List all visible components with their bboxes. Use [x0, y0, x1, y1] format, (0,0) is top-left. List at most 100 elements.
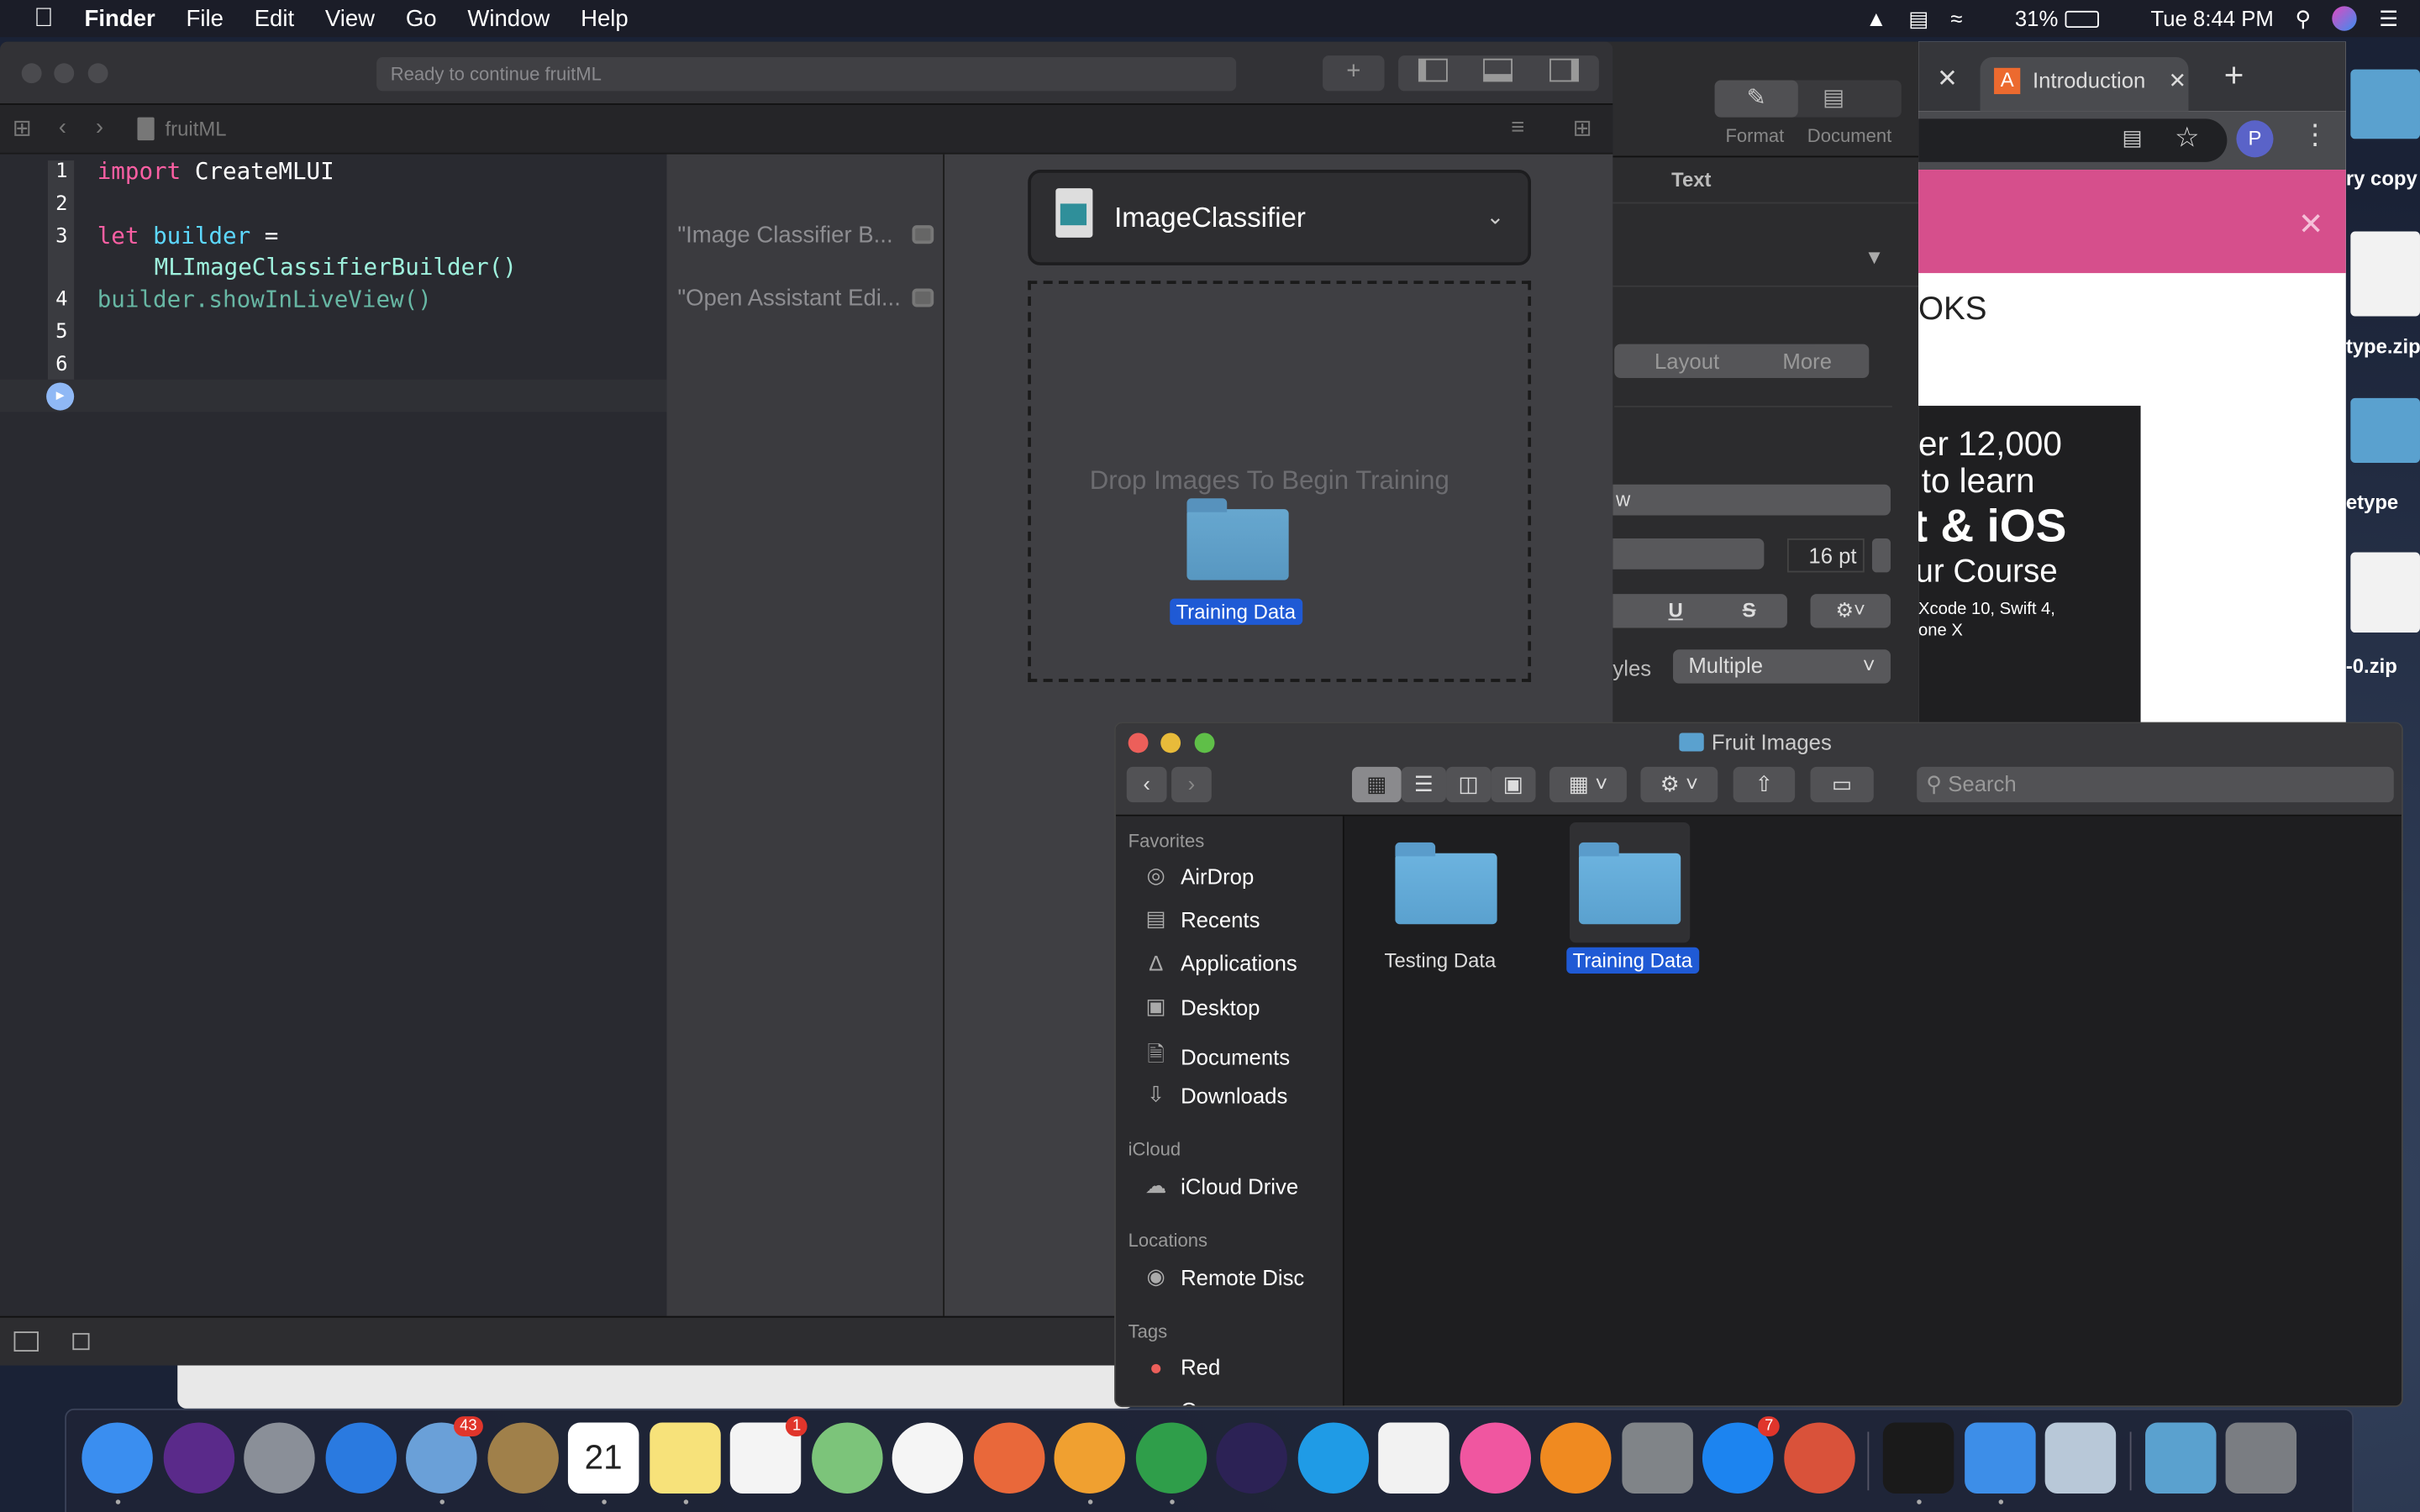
sidebar-item-icloud-drive[interactable]: ☁ iCloud Drive — [1140, 1173, 1298, 1199]
menu-help[interactable]: Help — [581, 5, 629, 31]
sidebar-tag-red[interactable]: ● Red — [1140, 1355, 1220, 1379]
zoom-button[interactable] — [87, 63, 108, 84]
notification-center-icon[interactable]: ☰ — [2379, 5, 2398, 31]
dock-terminal-icon[interactable] — [1882, 1422, 1954, 1494]
translate-icon[interactable]: ▤ — [2123, 125, 2143, 151]
spotlight-search-icon[interactable]: ⚲ — [2296, 5, 2312, 31]
sidebar-item-remote-disc[interactable]: ◉ Remote Disc — [1140, 1263, 1304, 1289]
minimize-button[interactable] — [1160, 732, 1181, 753]
new-tab-button[interactable]: + — [2224, 55, 2244, 96]
dock-beaver-app-icon[interactable] — [892, 1422, 964, 1494]
dock-ibooks-icon[interactable] — [1540, 1422, 1612, 1494]
desktop-file-icon[interactable] — [2350, 231, 2420, 317]
course-ad-image[interactable]: er 12,000 to learn t & iOS ur Course Xco… — [1918, 406, 2141, 726]
sidebar-item-downloads[interactable]: ⇩ Downloads — [1140, 1082, 1287, 1108]
dock-system-preferences-icon[interactable] — [1621, 1422, 1692, 1494]
add-editor-icon[interactable]: ⊞ — [1573, 114, 1592, 142]
styles-select[interactable]: Multiple ˅ — [1673, 649, 1891, 684]
menu-go[interactable]: Go — [406, 5, 437, 31]
zoom-button[interactable] — [1194, 732, 1215, 753]
menu-app-name[interactable]: Finder — [85, 5, 155, 31]
back-icon[interactable]: ‹ — [59, 114, 66, 140]
stop-icon[interactable] — [72, 1332, 90, 1351]
dock-safari-icon[interactable] — [324, 1422, 397, 1494]
dock-numbers-icon[interactable] — [1378, 1422, 1449, 1494]
memory-icon[interactable]: ▤ — [1908, 5, 1928, 31]
menu-window[interactable]: Window — [467, 5, 550, 31]
editor-options-icon[interactable]: ≡ — [1511, 114, 1524, 140]
forward-icon[interactable]: › — [96, 114, 103, 140]
sidebar-item-documents[interactable]: 🗎 Documents — [1140, 1038, 1290, 1075]
view-list-button[interactable]: ☰ — [1401, 766, 1447, 803]
close-banner-icon[interactable]: ✕ — [2298, 205, 2324, 244]
related-items-icon[interactable]: ⊞ — [13, 114, 32, 142]
tag-button[interactable]: ▭ — [1810, 766, 1874, 803]
sidebar-item-desktop[interactable]: ▣ Desktop — [1140, 994, 1260, 1020]
image-drop-zone[interactable]: Drop Images To Begin Training Training D… — [1028, 281, 1532, 682]
dock-xcode-icon[interactable] — [1964, 1422, 2035, 1494]
show-debug-area-icon[interactable] — [13, 1331, 39, 1352]
result-item[interactable]: "Open Assistant Edi... — [677, 286, 934, 312]
dock-pages-icon[interactable] — [1054, 1422, 1125, 1494]
close-button[interactable] — [1128, 732, 1149, 753]
airplay-icon[interactable]: ▲ — [1865, 6, 1886, 30]
document-tab-icon[interactable]: ▤ — [1823, 83, 1844, 111]
browser-tab[interactable]: A Introduction ✕ — [1980, 56, 2189, 112]
profile-avatar[interactable]: P — [2236, 120, 2274, 158]
sidebar-item-recents[interactable]: ▤ Recents — [1140, 906, 1260, 932]
dock-contacts-icon[interactable] — [487, 1422, 558, 1494]
bookmark-star-icon[interactable]: ☆ — [2175, 122, 2200, 155]
close-tab-icon[interactable]: ✕ — [2169, 68, 2187, 94]
file-item[interactable]: Testing Data — [1363, 835, 1525, 990]
dock-downloads-folder-icon[interactable] — [2144, 1422, 2216, 1494]
action-gear-button[interactable]: ⚙ ˅ — [1640, 766, 1718, 803]
dock-reminders-icon[interactable]: 1 — [729, 1416, 808, 1494]
sidebar-item-airdrop[interactable]: ◎ AirDrop — [1140, 863, 1254, 889]
dock-finder-icon[interactable] — [82, 1422, 153, 1494]
paragraph-style-dropdown[interactable]: ▼ — [1865, 245, 1885, 269]
dock-chrome-icon[interactable] — [1134, 1422, 1207, 1494]
dock-trash-icon[interactable] — [2225, 1422, 2297, 1494]
siri-icon[interactable] — [2333, 6, 2358, 31]
underline-button[interactable]: U — [1669, 599, 1683, 622]
battery-percent[interactable]: 31% — [2015, 6, 2058, 30]
search-field[interactable]: ⚲ Search — [1917, 766, 2394, 803]
view-icon-button[interactable]: ▦ — [1351, 766, 1402, 803]
apple-menu-icon[interactable]:  — [34, 3, 53, 34]
back-button[interactable]: ‹ — [1126, 766, 1167, 803]
breadcrumb-file[interactable]: fruitML — [166, 118, 227, 141]
document-tab-label[interactable]: Document — [1807, 125, 1891, 147]
minimize-button[interactable] — [54, 63, 75, 84]
menu-edit[interactable]: Edit — [255, 5, 294, 31]
font-size-field[interactable]: 16 pt — [1786, 538, 1865, 573]
segment-more[interactable]: More — [1782, 349, 1832, 373]
desktop-file-icon[interactable] — [2350, 552, 2420, 633]
dock-skype-icon[interactable] — [1297, 1422, 1369, 1494]
strikethrough-button[interactable]: S — [1743, 599, 1756, 622]
model-picker[interactable]: ImageClassifier ⌄ — [1028, 170, 1532, 265]
dock-maps-icon[interactable] — [811, 1422, 882, 1494]
dock-calendar-icon[interactable]: 21 — [567, 1422, 639, 1494]
desktop-folder-icon[interactable] — [2350, 69, 2420, 139]
close-button[interactable] — [21, 63, 42, 84]
format-tab[interactable]: ✎ — [1714, 80, 1798, 118]
share-button[interactable]: ⇧ — [1733, 766, 1796, 803]
view-gallery-button[interactable]: ▣ — [1491, 766, 1536, 803]
dock-app-store-icon[interactable]: 7 — [1702, 1416, 1780, 1494]
desktop-folder-icon[interactable] — [2350, 397, 2420, 464]
dock-launchpad-icon[interactable] — [244, 1422, 315, 1494]
file-item-selected[interactable]: Training Data — [1548, 822, 1718, 992]
desktop-file-label[interactable]: type.zip — [2346, 335, 2420, 359]
debug-area-toggle-icon[interactable] — [1483, 58, 1512, 82]
dock-preview-icon[interactable] — [2044, 1422, 2117, 1494]
dock-eclipse-icon[interactable] — [1216, 1422, 1287, 1494]
dock-remote-desktop-icon[interactable] — [1783, 1422, 1854, 1494]
dock-siri-icon[interactable] — [162, 1422, 234, 1494]
group-by-button[interactable]: ▦ ˅ — [1549, 766, 1627, 803]
font-style-select[interactable] — [1591, 538, 1765, 570]
desktop-file-label[interactable]: -0.zip — [2346, 654, 2397, 678]
clock[interactable]: Tue 8:44 PM — [2151, 6, 2274, 30]
result-item[interactable]: "Image Classifier B... — [677, 222, 934, 249]
code-editor[interactable]: 1 2 3 4 5 6 import CreateMLUI let builde… — [0, 154, 667, 1316]
inspector-toggle-icon[interactable] — [1549, 58, 1579, 82]
